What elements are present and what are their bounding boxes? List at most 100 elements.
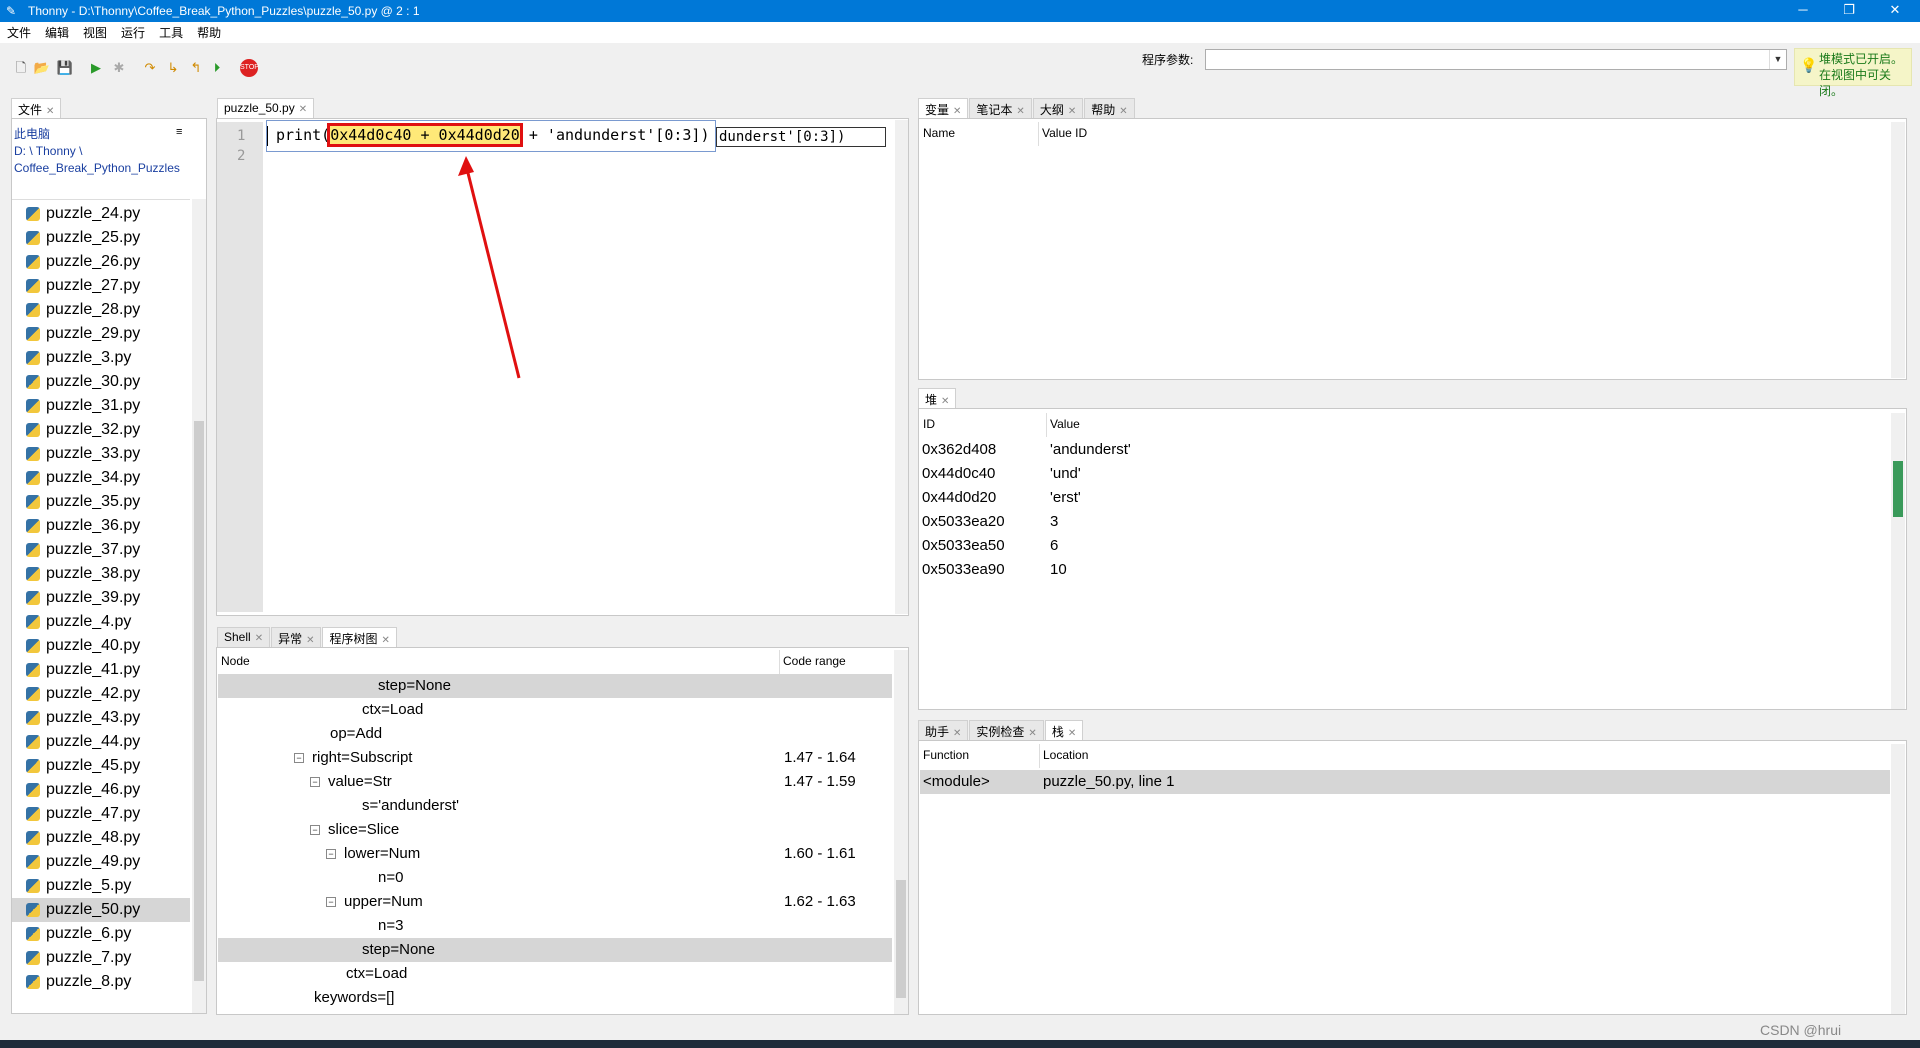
file-list-item[interactable]: puzzle_29.py <box>12 322 190 346</box>
program-args-input[interactable]: ▼ <box>1205 49 1787 70</box>
file-list-item[interactable]: puzzle_41.py <box>12 658 190 682</box>
heap-row[interactable]: 0x5033ea50 6 <box>922 534 1058 558</box>
file-list-item[interactable]: puzzle_34.py <box>12 466 190 490</box>
code-line[interactable]: dunderst'[0:3]) <box>716 127 886 147</box>
tab-object-inspector[interactable]: 实例检查 ✕ <box>969 720 1044 740</box>
column-value-id[interactable]: Value ID <box>1042 126 1087 140</box>
collapse-icon[interactable]: − <box>326 897 336 907</box>
tree-row[interactable]: − lower=Num 1.60 - 1.61 <box>218 842 892 866</box>
tab-shell[interactable]: Shell ✕ <box>217 627 271 647</box>
file-list-item[interactable]: puzzle_45.py <box>12 754 190 778</box>
menu-icon[interactable]: ≡ <box>176 126 182 138</box>
editor-panel[interactable] <box>216 118 909 616</box>
tree-row[interactable]: step=None <box>218 674 892 698</box>
heap-row[interactable]: 0x5033ea90 10 <box>922 558 1067 582</box>
tree-row[interactable]: n=0 <box>218 866 892 890</box>
tree-row[interactable]: op=Add <box>218 722 892 746</box>
tree-row[interactable]: step=None <box>218 938 892 962</box>
file-list-item[interactable]: puzzle_37.py <box>12 538 190 562</box>
step-out-icon[interactable]: ↰ <box>187 59 205 77</box>
column-name[interactable]: Name <box>923 126 955 140</box>
file-list-item[interactable]: puzzle_47.py <box>12 802 190 826</box>
step-over-icon[interactable]: ↷ <box>141 59 159 77</box>
column-location[interactable]: Location <box>1043 748 1088 762</box>
tab-heap[interactable]: 堆 ✕ <box>918 388 957 408</box>
tab-files[interactable]: 文件 ✕ <box>11 98 62 118</box>
menu-help[interactable]: 帮助 <box>190 24 228 41</box>
collapse-icon[interactable]: − <box>326 849 336 859</box>
menu-tools[interactable]: 工具 <box>152 24 190 41</box>
breadcrumb[interactable]: 此电脑 D: \ Thonny \ Coffee_Break_Python_Pu… <box>14 126 184 177</box>
file-list-item[interactable]: puzzle_32.py <box>12 418 190 442</box>
tree-row[interactable]: s='andunderst' <box>218 794 892 818</box>
file-list-item[interactable]: puzzle_36.py <box>12 514 190 538</box>
file-list-item[interactable]: puzzle_24.py <box>12 202 190 226</box>
file-list-item[interactable]: puzzle_50.py <box>12 898 190 922</box>
tab-assistant[interactable]: 助手 ✕ <box>918 720 969 740</box>
tree-scrollbar[interactable] <box>894 650 908 1014</box>
debug-icon[interactable]: ✱ <box>110 59 128 77</box>
file-list-item[interactable]: puzzle_5.py <box>12 874 190 898</box>
file-list-item[interactable]: puzzle_46.py <box>12 778 190 802</box>
heap-scrollbar[interactable] <box>1891 413 1905 709</box>
file-list-item[interactable]: puzzle_35.py <box>12 490 190 514</box>
file-list-item[interactable]: puzzle_43.py <box>12 706 190 730</box>
close-icon[interactable]: ✕ <box>1872 0 1918 22</box>
file-list-item[interactable]: puzzle_49.py <box>12 850 190 874</box>
file-list-item[interactable]: puzzle_40.py <box>12 634 190 658</box>
file-list-item[interactable]: puzzle_30.py <box>12 370 190 394</box>
menu-run[interactable]: 运行 <box>114 24 152 41</box>
open-file-icon[interactable]: 📂 <box>33 59 51 77</box>
tree-row[interactable]: − upper=Num 1.62 - 1.63 <box>218 890 892 914</box>
save-icon[interactable]: 💾 <box>56 59 74 77</box>
column-value[interactable]: Value <box>1050 417 1080 431</box>
collapse-icon[interactable]: − <box>294 753 304 763</box>
variables-scrollbar[interactable] <box>1891 122 1905 378</box>
file-list-item[interactable]: puzzle_3.py <box>12 346 190 370</box>
chevron-down-icon[interactable]: ▼ <box>1769 50 1786 69</box>
column-function[interactable]: Function <box>923 748 969 762</box>
tab-program-tree[interactable]: 程序树图 ✕ <box>322 627 397 647</box>
tree-row[interactable]: ctx=Load <box>218 962 892 986</box>
file-list-item[interactable]: puzzle_8.py <box>12 970 190 994</box>
resume-icon[interactable]: ⏵ <box>208 59 226 77</box>
column-id[interactable]: ID <box>923 417 935 431</box>
heap-row[interactable]: 0x44d0d20 'erst' <box>922 486 1081 510</box>
new-file-icon[interactable]: 🗋 <box>12 59 30 77</box>
tree-row[interactable]: − right=Subscript 1.47 - 1.64 <box>218 746 892 770</box>
file-list-item[interactable]: puzzle_25.py <box>12 226 190 250</box>
file-list-item[interactable]: puzzle_28.py <box>12 298 190 322</box>
stack-scrollbar[interactable] <box>1891 744 1905 1014</box>
file-list-item[interactable]: puzzle_6.py <box>12 922 190 946</box>
menu-file[interactable]: 文件 <box>0 24 38 41</box>
column-node[interactable]: Node <box>221 654 250 668</box>
file-list-item[interactable]: puzzle_38.py <box>12 562 190 586</box>
file-list-item[interactable]: puzzle_4.py <box>12 610 190 634</box>
heap-row[interactable]: 0x5033ea20 3 <box>922 510 1058 534</box>
tree-row[interactable]: ctx=Load <box>218 698 892 722</box>
file-list-item[interactable]: puzzle_31.py <box>12 394 190 418</box>
minimize-icon[interactable]: ─ <box>1780 0 1826 22</box>
collapse-icon[interactable]: − <box>310 825 320 835</box>
file-list-item[interactable]: puzzle_42.py <box>12 682 190 706</box>
step-into-icon[interactable]: ↳ <box>164 59 182 77</box>
tab-puzzle-50[interactable]: puzzle_50.py ✕ <box>217 98 315 118</box>
path-root[interactable]: 此电脑 <box>14 126 184 143</box>
path-value[interactable]: D: \ Thonny \ Coffee_Break_Python_Puzzle… <box>14 143 184 177</box>
files-scrollbar[interactable] <box>192 199 206 1013</box>
file-list-item[interactable]: puzzle_27.py <box>12 274 190 298</box>
tree-row[interactable]: keywords=[] <box>218 986 892 1010</box>
stack-frame-row[interactable]: <module> puzzle_50.py, line 1 <box>920 770 1890 794</box>
editor-scrollbar[interactable] <box>895 120 908 614</box>
file-list-item[interactable]: puzzle_39.py <box>12 586 190 610</box>
file-list-item[interactable]: puzzle_7.py <box>12 946 190 970</box>
menu-edit[interactable]: 编辑 <box>38 24 76 41</box>
heap-row[interactable]: 0x362d408 'andunderst' <box>922 438 1131 462</box>
tab-exceptions[interactable]: 异常 ✕ <box>271 627 322 647</box>
file-list-item[interactable]: puzzle_44.py <box>12 730 190 754</box>
menu-view[interactable]: 视图 <box>76 24 114 41</box>
restore-icon[interactable]: ❐ <box>1826 0 1872 22</box>
heap-row[interactable]: 0x44d0c40 'und' <box>922 462 1081 486</box>
file-list-item[interactable]: puzzle_48.py <box>12 826 190 850</box>
file-list-item[interactable]: puzzle_26.py <box>12 250 190 274</box>
